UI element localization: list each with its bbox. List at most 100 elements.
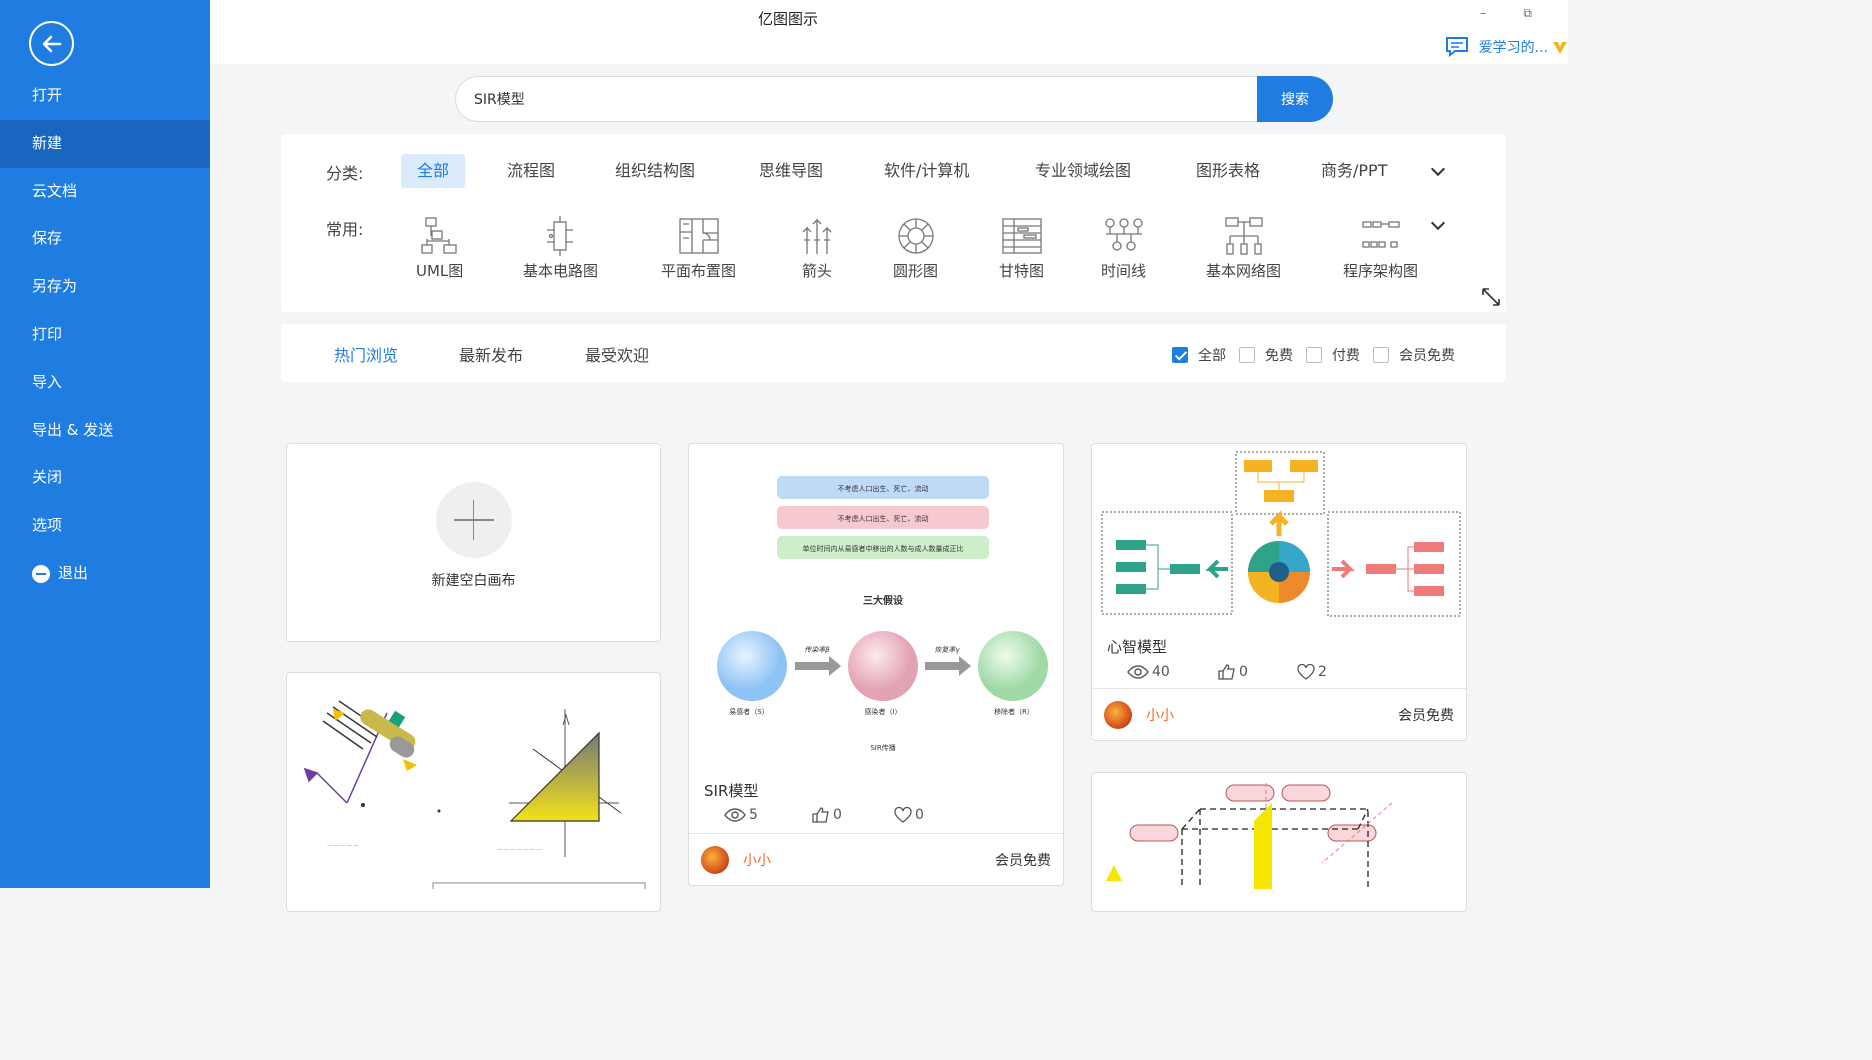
heart-icon[interactable] <box>894 807 912 823</box>
common-item-label: 时间线 <box>1101 262 1147 280</box>
tab-favorite[interactable]: 最受欢迎 <box>585 342 649 366</box>
template-card-physics[interactable]: — — — — — — — — — — — — <box>286 672 661 912</box>
check-free[interactable]: 免费 <box>1239 345 1293 365</box>
architecture-icon <box>1361 221 1400 248</box>
category-graphic-tables[interactable]: 图形表格 <box>1180 154 1276 188</box>
arrow-icon <box>802 218 832 254</box>
check-all[interactable]: 全部 <box>1172 345 1226 365</box>
template-preview: 不考虑人口出生、死亡、流动 不考虑人口出生、死亡、流动 单位时间内从易感者中移出… <box>717 476 1048 752</box>
avatar[interactable] <box>1104 700 1132 729</box>
sidebar-item-export[interactable]: 导出 & 发送 <box>0 407 210 455</box>
sir-node-i: 感染者（I） <box>864 707 901 716</box>
category-business-ppt[interactable]: 商务/PPT <box>1305 154 1403 188</box>
sidebar-item-close[interactable]: 关闭 <box>0 454 210 502</box>
template-card-mental-model[interactable]: 心智模型 40 0 2 小小 会员免费 <box>1091 443 1467 741</box>
card-footer: 小小 会员免费 <box>689 833 1063 885</box>
common-item-label: 程序架构图 <box>1343 262 1419 280</box>
expand-icon[interactable] <box>1480 286 1502 308</box>
check-label: 全部 <box>1198 348 1226 364</box>
template-card-cube[interactable] <box>1091 772 1467 912</box>
view-count: 40 <box>1152 664 1170 680</box>
check-member-free[interactable]: 会员免费 <box>1373 345 1455 365</box>
sidebar-item-save-as[interactable]: 另存为 <box>0 263 210 311</box>
sidebar-item-label: 关闭 <box>32 468 63 487</box>
checkbox[interactable] <box>1239 347 1255 363</box>
price-tag: 会员免费 <box>1398 707 1454 724</box>
category-mind-map[interactable]: 思维导图 <box>743 154 839 188</box>
sidebar-item-label: 选项 <box>32 516 63 535</box>
common-circuit[interactable]: 基本电路图 <box>523 216 598 281</box>
fav-count: 2 <box>1318 664 1327 680</box>
back-arrow-icon[interactable] <box>29 21 74 66</box>
new-canvas-label: 新建空白画布 <box>431 573 516 589</box>
avatar[interactable] <box>701 845 729 874</box>
common-circle[interactable]: 圆形图 <box>893 216 938 281</box>
user-account[interactable]: 爱学习的... <box>1445 36 1568 58</box>
search-button[interactable]: 搜索 <box>1257 76 1333 122</box>
common-timeline[interactable]: 时间线 <box>1101 216 1146 281</box>
common-uml[interactable]: UML图 <box>416 216 463 281</box>
sidebar-item-label: 退出 <box>58 563 89 582</box>
fav-count: 0 <box>915 807 924 823</box>
category-expand-chevron-icon[interactable] <box>1430 161 1446 177</box>
checkbox[interactable] <box>1373 347 1389 363</box>
sidebar-item-new[interactable]: 新建 <box>0 119 210 168</box>
category-software[interactable]: 软件/计算机 <box>868 154 985 188</box>
new-blank-canvas-card[interactable]: 新建空白画布 <box>286 443 661 642</box>
category-org-chart[interactable]: 组织结构图 <box>599 154 711 188</box>
sidebar-item-exit[interactable]: 退出 <box>0 550 210 598</box>
sidebar-menu: 打开 新建 云文档 保存 另存为 打印 导入 导出 & 发送 关闭 选项 退出 <box>0 72 210 598</box>
template-name: 心智模型 <box>1107 638 1168 656</box>
category-label: 分类: <box>326 164 364 183</box>
price-tag: 会员免费 <box>995 852 1051 869</box>
sidebar-item-save[interactable]: 保存 <box>0 215 210 263</box>
common-floorplan[interactable]: 平面布置图 <box>661 216 736 281</box>
vip-icon <box>1553 42 1567 54</box>
circle-diagram-icon <box>897 218 934 254</box>
category-flowchart[interactable]: 流程图 <box>491 154 571 188</box>
sidebar-item-print[interactable]: 打印 <box>0 311 210 359</box>
check-paid[interactable]: 付费 <box>1306 345 1360 365</box>
heart-icon[interactable] <box>1297 664 1315 680</box>
common-gantt[interactable]: 甘特图 <box>999 216 1044 281</box>
plus-icon <box>435 482 512 558</box>
common-network[interactable]: 基本网络图 <box>1206 216 1281 281</box>
window-title: 亿图图示 <box>758 10 819 28</box>
sir-footer: SIR传播 <box>870 743 895 752</box>
sidebar-item-open[interactable]: 打开 <box>0 72 210 120</box>
common-item-label: 箭头 <box>801 262 832 280</box>
thumbs-up-icon[interactable] <box>812 807 830 823</box>
common-arrow[interactable]: 箭头 <box>795 216 839 281</box>
sidebar-item-import[interactable]: 导入 <box>0 359 210 407</box>
sir-arrow2-label: 恢复率γ <box>934 646 960 654</box>
sidebar-item-label: 云文档 <box>32 181 78 200</box>
category-professional[interactable]: 专业领域绘图 <box>1019 154 1147 188</box>
author-name[interactable]: 小小 <box>743 850 995 870</box>
common-item-label: 圆形图 <box>893 262 939 280</box>
template-preview <box>1101 451 1461 617</box>
thumbs-up-icon[interactable] <box>1218 664 1236 680</box>
minimize-button[interactable]: – <box>1480 6 1486 20</box>
card-footer: 小小 会员免费 <box>1092 688 1466 740</box>
category-all[interactable]: 全部 <box>401 154 466 188</box>
checkbox[interactable] <box>1306 347 1322 363</box>
user-name: 爱学习的... <box>1478 40 1548 56</box>
search-input[interactable] <box>455 76 1257 122</box>
timeline-icon <box>1104 218 1143 251</box>
author-name[interactable]: 小小 <box>1146 705 1398 725</box>
checkbox-checked[interactable] <box>1172 347 1188 363</box>
common-item-label: 甘特图 <box>999 262 1045 280</box>
common-item-label: UML图 <box>416 262 464 280</box>
common-item-label: 基本网络图 <box>1206 262 1282 280</box>
sidebar-item-options[interactable]: 选项 <box>0 502 210 550</box>
template-card-sir[interactable]: 不考虑人口出生、死亡、流动 不考虑人口出生、死亡、流动 单位时间内从易感者中移出… <box>688 443 1064 886</box>
sidebar-item-label: 新建 <box>32 133 63 152</box>
common-expand-chevron-icon[interactable] <box>1430 215 1446 231</box>
sidebar-item-cloud[interactable]: 云文档 <box>0 168 210 216</box>
restore-button[interactable]: ⧉ <box>1523 6 1532 21</box>
tab-latest[interactable]: 最新发布 <box>459 342 523 366</box>
common-architecture[interactable]: 程序架构图 <box>1343 216 1418 281</box>
eye-icon <box>1127 665 1149 679</box>
tab-popular[interactable]: 热门浏览 <box>334 342 398 366</box>
sir-arrow1-label: 传染率β <box>804 646 830 654</box>
